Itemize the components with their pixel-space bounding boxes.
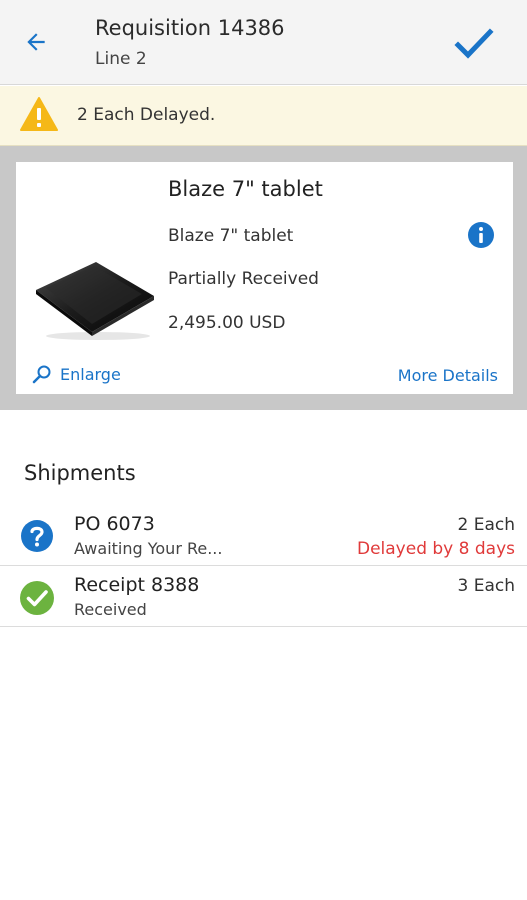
shipment-delay: Delayed by 8 days (356, 539, 515, 559)
product-image[interactable] (32, 256, 156, 342)
product-card: Blaze 7" tablet Blaze 7" tablet Partiall… (16, 162, 513, 394)
page-subtitle: Line 2 (95, 49, 147, 69)
app-header: Requisition 14386 Line 2 (0, 0, 527, 85)
shipment-quantity: 2 Each (457, 515, 516, 535)
shipments-heading: Shipments (24, 461, 136, 485)
shipment-row[interactable]: PO 6073 Awaiting Your Re... 2 Each Delay… (0, 506, 527, 566)
warning-icon (20, 97, 58, 131)
product-status: Partially Received (168, 269, 319, 289)
back-button[interactable] (18, 24, 54, 60)
shipment-quantity: 3 Each (457, 576, 516, 596)
success-check-icon (20, 581, 54, 615)
confirm-button[interactable] (452, 24, 496, 64)
alert-message: 2 Each Delayed. (77, 105, 216, 125)
info-icon[interactable] (467, 221, 495, 249)
shipment-row[interactable]: Receipt 8388 Received 3 Each (0, 567, 527, 627)
shipment-title: PO 6073 (74, 513, 155, 535)
shipment-title: Receipt 8388 (74, 574, 200, 596)
shipment-status: Awaiting Your Re... (74, 539, 223, 558)
checkmark-icon (454, 28, 494, 59)
arrow-left-icon (27, 33, 45, 51)
delay-alert-banner: 2 Each Delayed. (0, 86, 527, 146)
enlarge-label: Enlarge (60, 364, 121, 384)
page-title: Requisition 14386 (95, 16, 285, 40)
question-icon (21, 520, 53, 552)
product-description: Blaze 7" tablet (168, 226, 294, 246)
magnifier-icon (32, 365, 51, 384)
more-details-link[interactable]: More Details (398, 366, 498, 385)
product-price: 2,495.00 USD (168, 313, 286, 333)
product-name: Blaze 7" tablet (168, 177, 323, 201)
product-card-area: Blaze 7" tablet Blaze 7" tablet Partiall… (0, 146, 527, 410)
enlarge-link[interactable]: Enlarge (32, 364, 121, 384)
shipment-status: Received (74, 600, 147, 619)
